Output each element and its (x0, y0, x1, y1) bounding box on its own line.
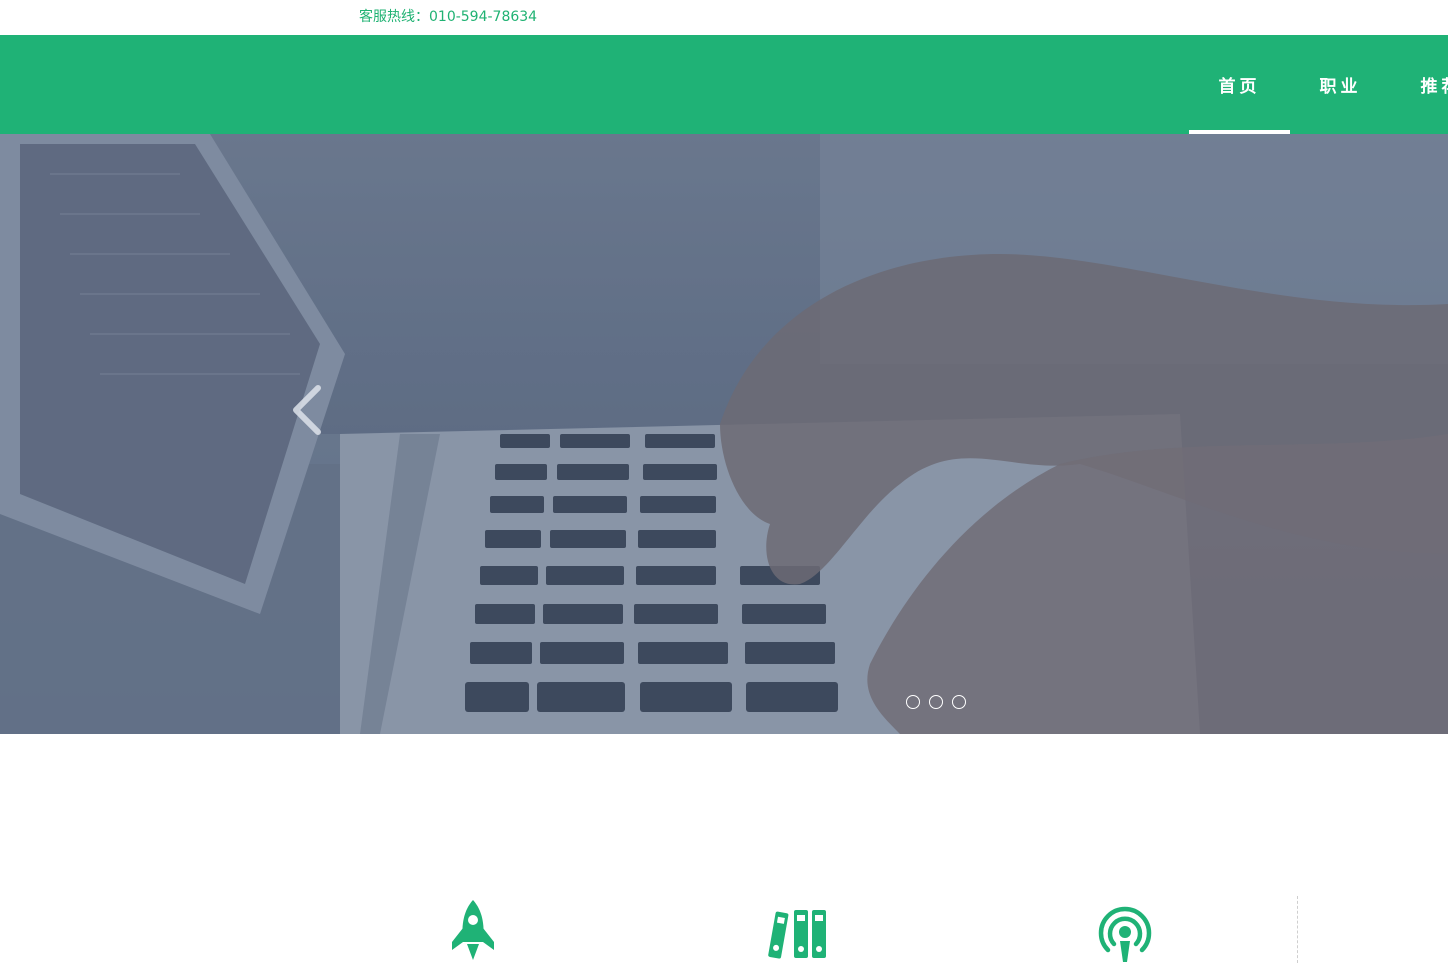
carousel-indicators (906, 695, 966, 713)
binders-icon (768, 908, 832, 960)
nav-item-career[interactable]: 职业 (1290, 35, 1391, 134)
features-section (0, 734, 1448, 963)
top-bar: 客服热线：010-594-78634 (0, 0, 1448, 35)
chevron-left-icon (288, 384, 328, 436)
hero-image (0, 134, 1448, 734)
carousel-dot[interactable] (952, 695, 966, 709)
main-nav: 首页 职业 推荐 (0, 35, 1448, 134)
nav-item-label: 首页 (1219, 72, 1261, 97)
nav-item-label: 职业 (1320, 72, 1362, 97)
rocket-icon (448, 898, 498, 962)
nav-item-recommend[interactable]: 推荐 (1391, 35, 1448, 134)
nav-item-label: 推荐 (1421, 72, 1448, 97)
hotline-text: 客服热线：010-594-78634 (359, 6, 537, 26)
podcast-icon (1096, 906, 1154, 964)
nav-item-home[interactable]: 首页 (1189, 35, 1290, 134)
carousel-dot[interactable] (929, 695, 943, 709)
hero-carousel[interactable] (0, 134, 1448, 734)
carousel-prev-button[interactable] (288, 384, 328, 436)
carousel-dot[interactable] (906, 695, 920, 709)
divider-line (1297, 896, 1298, 963)
